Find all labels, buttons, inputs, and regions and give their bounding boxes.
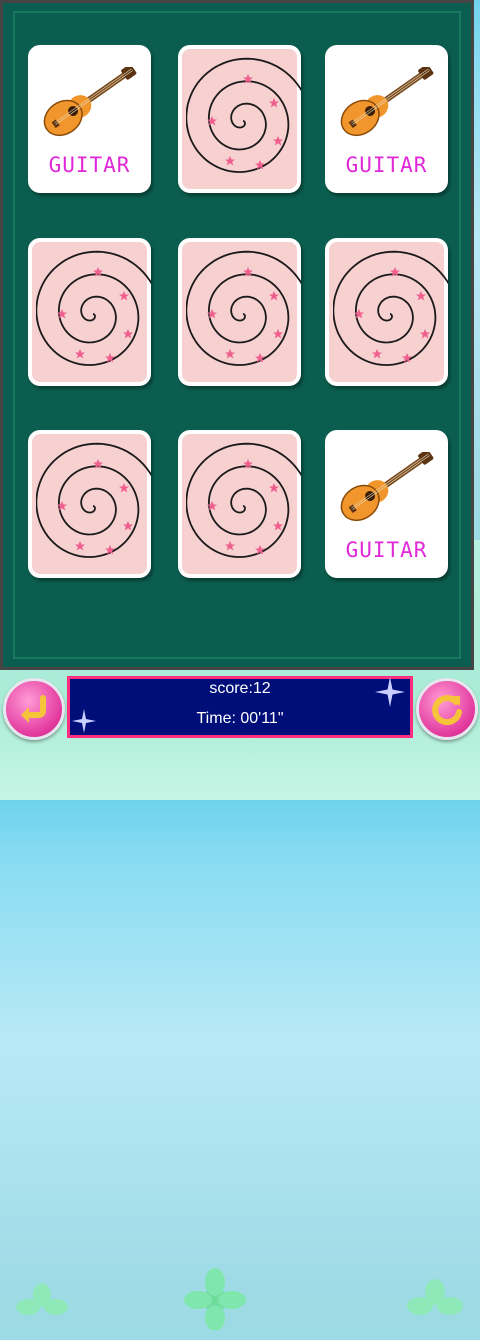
memory-card-hidden[interactable] — [178, 238, 301, 386]
memory-card-revealed[interactable]: GUITAR — [325, 430, 448, 578]
star-mark — [119, 483, 129, 493]
star-mark — [225, 541, 235, 551]
star-mark — [416, 291, 426, 301]
guitar-icon — [43, 67, 137, 137]
card-label: GUITAR — [48, 153, 131, 177]
time-label: Time: 00'11" — [196, 710, 284, 727]
star-mark — [273, 521, 283, 531]
guitar-icon — [340, 452, 434, 522]
back-button[interactable] — [3, 678, 65, 740]
star-mark — [75, 541, 85, 551]
star-mark — [123, 521, 133, 531]
card-label: GUITAR — [345, 153, 428, 177]
star-mark — [225, 156, 235, 166]
spiral-icon — [36, 442, 151, 558]
star-mark — [273, 136, 283, 146]
guitar-icon — [340, 67, 434, 137]
star-mark — [123, 329, 133, 339]
memory-card-hidden[interactable] — [178, 430, 301, 578]
star-mark — [119, 291, 129, 301]
spiral-icon — [186, 442, 301, 558]
memory-card-hidden[interactable] — [325, 238, 448, 386]
return-arrow-icon — [21, 695, 46, 723]
spiral-icon — [36, 250, 151, 366]
score-label: score:12 — [209, 680, 271, 697]
memory-card-hidden[interactable] — [178, 45, 301, 193]
star-mark — [225, 349, 235, 359]
star-mark — [269, 291, 279, 301]
memory-card-hidden[interactable] — [28, 238, 151, 386]
restart-button[interactable] — [416, 678, 478, 740]
memory-card-hidden[interactable] — [28, 430, 151, 578]
refresh-icon — [432, 695, 462, 726]
star-mark — [420, 329, 430, 339]
flower-decoration — [16, 1283, 68, 1315]
star-mark — [269, 98, 279, 108]
spiral-icon — [186, 57, 301, 173]
spiral-icon — [186, 250, 301, 366]
score-panel: score:12 Time: 00'11" — [67, 676, 413, 738]
memory-card-revealed[interactable]: GUITAR — [325, 45, 448, 193]
memory-card-revealed[interactable]: GUITAR — [28, 45, 151, 193]
star-mark — [269, 483, 279, 493]
star-mark — [372, 349, 382, 359]
flower-decoration — [407, 1279, 463, 1315]
spiral-icon — [333, 250, 448, 366]
card-label: GUITAR — [345, 538, 428, 562]
flower-decoration — [184, 1268, 246, 1330]
star-mark — [273, 329, 283, 339]
star-mark — [75, 349, 85, 359]
